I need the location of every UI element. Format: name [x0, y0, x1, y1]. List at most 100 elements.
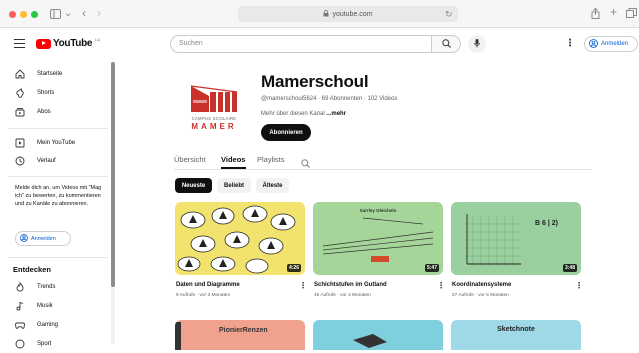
- sidebar-item-library[interactable]: Mein YouTube: [0, 134, 110, 152]
- video-thumbnail[interactable]: B 6 | 2) 3:48: [451, 202, 581, 275]
- sidebar: Startseite Shorts Abos Mein YouTube Verl…: [0, 62, 118, 349]
- tab-playlists[interactable]: Playlists: [257, 155, 285, 164]
- chip-oldest[interactable]: Älteste: [256, 178, 289, 193]
- settings-more-icon[interactable]: ⋮: [565, 38, 575, 49]
- search-input[interactable]: Suchen: [170, 35, 432, 53]
- more-link[interactable]: ...mehr: [326, 111, 346, 117]
- thumbnail-illustration: [465, 214, 521, 266]
- trending-icon: [15, 282, 25, 292]
- sidebar-item-shorts[interactable]: Shorts: [0, 84, 110, 102]
- chip-popular[interactable]: Beliebt: [217, 178, 251, 193]
- video-thumbnail[interactable]: 4:26: [175, 202, 305, 275]
- sidebar-item-gaming[interactable]: Gaming: [0, 316, 110, 334]
- video-title[interactable]: Koordinatensysteme: [452, 282, 511, 288]
- sidebar-item-label: Sport: [37, 341, 52, 347]
- sidebar-item-label: Gaming: [37, 322, 59, 328]
- sidebar-signin-label: Anmelden: [31, 235, 56, 242]
- address-bar[interactable]: youtube.com: [238, 6, 458, 22]
- microphone-icon: [474, 35, 480, 53]
- video-duration: 4:26: [286, 264, 301, 272]
- video-thumbnail[interactable]: Sarrley Gleicheln 5:47: [313, 202, 443, 275]
- channel-avatar: CAMPUS SCOLAIRE MAMER: [183, 78, 245, 136]
- sidebar-item-music[interactable]: Musik: [0, 297, 110, 315]
- signin-prompt-text: Melde dich an, um Videos mit "Mag ich" z…: [15, 185, 102, 207]
- url-text: youtube.com: [332, 10, 373, 18]
- sport-icon: [15, 339, 25, 349]
- logo-text: YouTube: [53, 38, 93, 49]
- sidebar-signin-button[interactable]: Anmelden: [15, 231, 71, 246]
- video-menu-icon[interactable]: ⋮: [299, 281, 307, 290]
- sidebar-toggle-icon[interactable]: [50, 9, 61, 22]
- thumbnail-caption: Sarrley Gleicheln: [359, 208, 397, 213]
- thumbnail-illustration: [353, 334, 387, 348]
- close-window-button[interactable]: [9, 11, 16, 18]
- voice-search-button[interactable]: [468, 35, 486, 53]
- sidebar-item-label: Abos: [37, 109, 51, 115]
- share-icon[interactable]: [591, 7, 600, 22]
- video-menu-icon[interactable]: ⋮: [575, 281, 583, 290]
- account-icon: [589, 38, 598, 50]
- header-signin-button[interactable]: Anmelden: [584, 36, 638, 52]
- video-duration: 3:48: [562, 264, 577, 272]
- subscriptions-icon: [15, 107, 25, 117]
- shorts-icon: [15, 88, 25, 98]
- video-thumbnail[interactable]: PionierRenzen: [175, 320, 305, 350]
- scrollbar-thumb[interactable]: [111, 62, 115, 287]
- sidebar-divider: [8, 128, 108, 129]
- forward-arrow-icon[interactable]: ›: [97, 7, 101, 19]
- browser-toolbar: ⌄ ‹ › youtube.com ↻ +: [0, 0, 639, 28]
- lock-icon: [323, 9, 329, 19]
- back-arrow-icon[interactable]: ‹: [82, 7, 86, 19]
- music-icon: [15, 301, 25, 311]
- channel-search-icon[interactable]: [301, 155, 310, 173]
- tab-overview[interactable]: Übersicht: [174, 155, 206, 164]
- sidebar-item-trends[interactable]: Trends: [0, 278, 110, 296]
- video-duration: 5:47: [424, 264, 439, 272]
- active-tab-indicator: [221, 167, 246, 169]
- reload-icon[interactable]: ↻: [445, 9, 453, 19]
- tab-overview-icon[interactable]: [626, 8, 637, 21]
- menu-icon[interactable]: [14, 39, 25, 48]
- sidebar-item-label: Shorts: [37, 90, 55, 96]
- sidebar-item-home[interactable]: Startseite: [0, 65, 110, 83]
- thumbnail-illustration: [177, 205, 296, 274]
- channel-description[interactable]: Mehr über diesen Kanal ...mehr: [261, 111, 346, 117]
- minimize-window-button[interactable]: [20, 11, 27, 18]
- library-icon: [15, 138, 25, 148]
- youtube-logo[interactable]: YouTube LU: [36, 37, 100, 49]
- chip-newest[interactable]: Neueste: [175, 178, 212, 193]
- sidebar-item-sport[interactable]: Sport: [0, 335, 110, 353]
- video-thumbnail[interactable]: Sketchnote: [451, 320, 581, 350]
- subscribe-button[interactable]: Abonnieren: [261, 124, 311, 141]
- search-button[interactable]: [431, 35, 461, 53]
- sidebar-item-subscriptions[interactable]: Abos: [0, 103, 110, 121]
- home-icon: [15, 69, 25, 79]
- video-meta: 27 Aufrufe · vor 5 Monaten: [452, 293, 509, 298]
- video-meta: 9 Aufrufe · vor 3 Monaten: [176, 293, 231, 298]
- tabs-divider: [174, 169, 592, 170]
- thumbnail-caption: Sketchnote: [497, 326, 535, 333]
- gaming-icon: [15, 320, 25, 330]
- header-signin-label: Anmelden: [601, 41, 629, 47]
- sidebar-item-label: Startseite: [37, 71, 63, 77]
- video-thumbnail[interactable]: [313, 320, 443, 350]
- avatar-caption: CAMPUS SCOLAIRE: [191, 116, 237, 121]
- youtube-header: YouTube LU Suchen ⋮ Anmelden: [0, 28, 639, 62]
- tab-dropdown-chevron-icon[interactable]: ⌄: [64, 9, 72, 19]
- sidebar-item-history[interactable]: Verlauf: [0, 152, 110, 170]
- thumbnail-caption: B 6 | 2): [535, 220, 558, 227]
- tab-videos[interactable]: Videos: [221, 155, 245, 164]
- sidebar-item-label: Verlauf: [37, 158, 56, 164]
- avatar-wordmark: MAMER: [191, 122, 237, 131]
- video-menu-icon[interactable]: ⋮: [437, 281, 445, 290]
- video-title[interactable]: Daten und Diagramme: [176, 282, 240, 288]
- sidebar-divider: [8, 257, 108, 258]
- zoom-window-button[interactable]: [31, 11, 38, 18]
- thumbnail-caption: PionierRenzen: [219, 327, 268, 334]
- sidebar-scrollbar[interactable]: [111, 62, 115, 344]
- video-title[interactable]: Schichtstufen im Gutland: [314, 282, 387, 288]
- search-icon: [441, 35, 451, 53]
- channel-description-text: Mehr über diesen Kanal: [261, 111, 327, 117]
- new-tab-icon[interactable]: +: [610, 6, 617, 18]
- channel-name: Mamerschoul: [261, 72, 369, 91]
